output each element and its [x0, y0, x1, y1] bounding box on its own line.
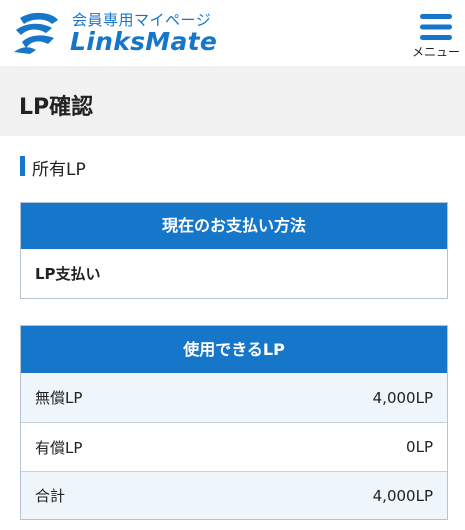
usable-lp-header: 使用できるLP — [21, 326, 447, 373]
section-heading-text: 所有LP — [32, 160, 86, 180]
page-title: LP確認 — [19, 95, 94, 120]
lp-row-label: 無償LP — [35, 389, 83, 407]
payment-method-value: LP支払い — [21, 249, 447, 298]
lp-row-value: 0LP — [406, 438, 433, 456]
payment-method-header: 現在のお支払い方法 — [21, 203, 447, 249]
payment-method-text: LP支払い — [35, 265, 101, 283]
site-header: 会員専用マイページ LinksMate メニュー — [0, 0, 465, 66]
lp-row-free: 無償LP 4,000LP — [21, 373, 447, 422]
lp-row-label: 有償LP — [35, 438, 83, 457]
usable-lp-box: 使用できるLP 無償LP 4,000LP 有償LP 0LP 合計 4,000LP — [20, 325, 448, 520]
payment-method-box: 現在のお支払い方法 LP支払い — [20, 202, 448, 299]
lp-row-paid: 有償LP 0LP — [21, 422, 447, 471]
menu-button[interactable]: メニュー — [410, 10, 460, 60]
section-accent-bar — [20, 156, 25, 176]
lp-row-label: 合計 — [35, 487, 66, 505]
lp-row-value: 4,000LP — [372, 486, 433, 505]
lp-row-value: 4,000LP — [372, 388, 433, 407]
brand-name[interactable]: LinksMate — [70, 27, 217, 56]
lp-row-total: 合計 4,000LP — [21, 471, 447, 519]
linksmate-logo-icon[interactable] — [12, 8, 62, 56]
hamburger-icon — [420, 14, 452, 40]
menu-label: メニュー — [411, 45, 460, 59]
